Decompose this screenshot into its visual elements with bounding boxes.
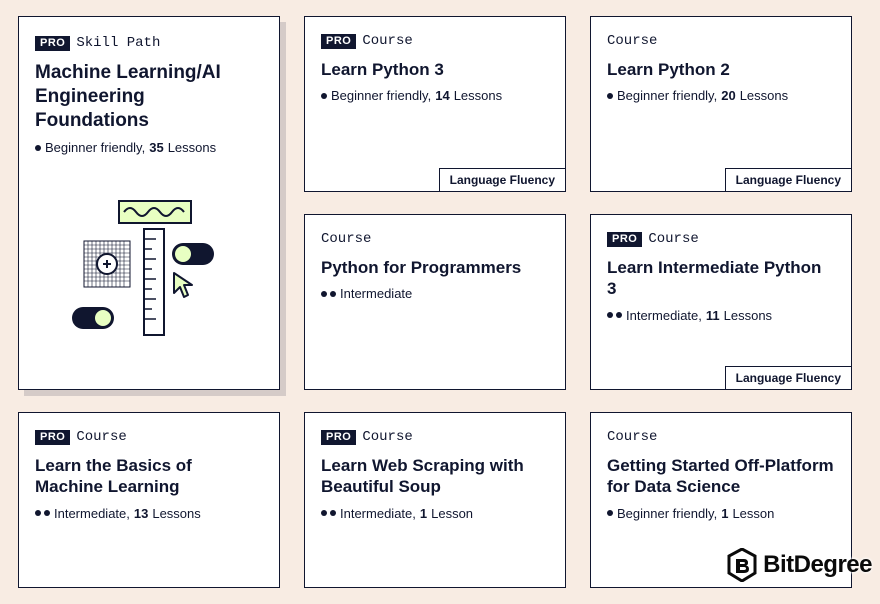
bitdegree-logo-icon [727,548,757,582]
level-label: Beginner friendly, [617,506,717,521]
course-card[interactable]: Course Learn Python 2 Beginner friendly, … [590,16,852,192]
card-type-row: PRO Skill Path [35,35,263,51]
level-dot-icon [44,510,50,516]
lessons-count: 1 [721,506,728,521]
card-footer-tag: Language Fluency [725,168,851,191]
level-dot-icon [330,510,336,516]
card-type-row: Course [607,33,835,49]
level-label: Intermediate, [626,308,702,323]
lessons-label: Lessons [740,88,788,103]
level-dot-icon [607,312,613,318]
card-type-label: Course [607,33,657,49]
brand-text: BitDegree [763,551,872,579]
level-label: Intermediate, [340,506,416,521]
lessons-count: 14 [435,88,449,103]
level-dot-icon [616,312,622,318]
pro-badge: PRO [607,232,642,247]
card-type-label: Course [607,429,657,445]
card-type-label: Course [362,33,412,49]
card-title: Learn Python 3 [321,59,549,80]
level-dot-icon [35,145,41,151]
skill-path-illustration [35,175,263,375]
card-title: Machine Learning/AI Engineering Foundati… [35,61,263,132]
card-meta: Intermediate, 13 Lessons [35,506,263,521]
card-type-row: PRO Course [321,429,549,445]
course-card[interactable]: Course Python for Programmers Intermediat… [304,214,566,390]
course-card[interactable]: PRO Course Learn Web Scraping with Beautif… [304,412,566,588]
card-title: Learn Web Scraping with Beautiful Soup [321,455,549,498]
lessons-label: Lessons [168,140,216,155]
level-label: Beginner friendly, [45,140,145,155]
level-label: Intermediate, [54,506,130,521]
card-type-label: Course [321,231,371,247]
lessons-count: 1 [420,506,427,521]
card-type-row: PRO Course [35,429,263,445]
card-title: Learn Python 2 [607,59,835,80]
card-meta: Beginner friendly, 20 Lessons [607,88,835,103]
card-meta: Beginner friendly, 35 Lessons [35,140,263,155]
card-title: Learn the Basics of Machine Learning [35,455,263,498]
pro-badge: PRO [35,36,70,51]
lessons-count: 11 [706,308,720,323]
lessons-label: Lesson [431,506,473,521]
course-grid: PRO Skill Path Machine Learning/AI Enginee… [0,0,880,604]
pro-badge: PRO [35,430,70,445]
lessons-label: Lesson [732,506,774,521]
lessons-label: Lessons [724,308,772,323]
card-title: Python for Programmers [321,257,549,278]
card-meta: Intermediate [321,286,549,301]
level-dot-icon [321,510,327,516]
level-dot-icon [321,93,327,99]
card-type-label: Skill Path [76,35,160,51]
level-label: Beginner friendly, [331,88,431,103]
card-title: Learn Intermediate Python 3 [607,257,835,300]
course-card[interactable]: PRO Skill Path Machine Learning/AI Enginee… [18,16,280,390]
card-type-row: Course [321,231,549,247]
lessons-count: 13 [134,506,148,521]
card-meta: Beginner friendly, 14 Lessons [321,88,549,103]
brand-watermark: BitDegree [727,548,872,582]
level-dot-icon [35,510,41,516]
level-dot-icon [321,291,327,297]
level-dot-icon [607,93,613,99]
card-type-row: PRO Course [321,33,549,49]
card-footer-tag: Language Fluency [725,366,851,389]
lessons-label: Lessons [152,506,200,521]
pro-badge: PRO [321,34,356,49]
card-type-row: Course [607,429,835,445]
course-card[interactable]: PRO Course Learn Python 3 Beginner friendl… [304,16,566,192]
level-dot-icon [607,510,613,516]
card-footer-tag: Language Fluency [439,168,565,191]
card-type-label: Course [648,231,698,247]
card-title: Getting Started Off-Platform for Data Sc… [607,455,835,498]
lessons-label: Lessons [454,88,502,103]
card-meta: Intermediate, 1 Lesson [321,506,549,521]
pro-badge: PRO [321,430,356,445]
card-type-row: PRO Course [607,231,835,247]
card-meta: Intermediate, 11 Lessons [607,308,835,323]
card-meta: Beginner friendly, 1 Lesson [607,506,835,521]
level-dot-icon [330,291,336,297]
lessons-count: 35 [149,140,163,155]
card-type-label: Course [76,429,126,445]
course-card[interactable]: PRO Course Learn the Basics of Machine Lea… [18,412,280,588]
level-label: Beginner friendly, [617,88,717,103]
lessons-count: 20 [721,88,735,103]
course-card[interactable]: PRO Course Learn Intermediate Python 3 Int… [590,214,852,390]
card-type-label: Course [362,429,412,445]
level-label: Intermediate [340,286,412,301]
